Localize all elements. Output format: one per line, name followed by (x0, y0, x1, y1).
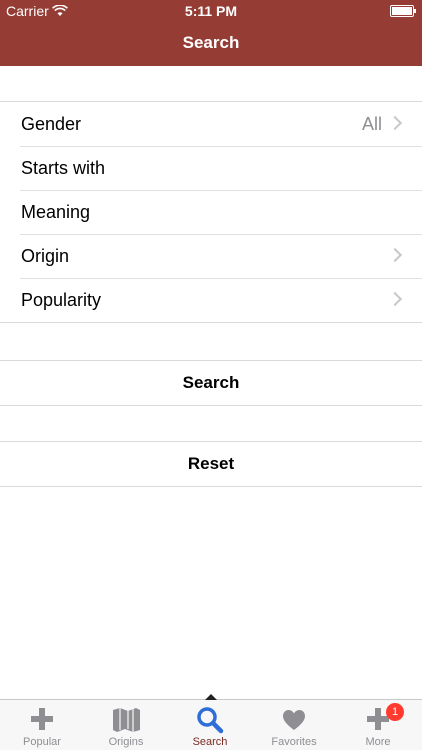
clock: 5:11 PM (184, 3, 238, 19)
tab-search[interactable]: Search (168, 700, 252, 750)
criteria-label: Popularity (21, 290, 102, 310)
map-icon (84, 705, 168, 735)
criteria-row-starts-with[interactable]: Starts with (0, 146, 422, 190)
battery-icon (390, 5, 416, 17)
plus-icon (0, 705, 84, 735)
page-title: Search (182, 33, 240, 52)
criteria-label: Origin (21, 246, 70, 266)
tab-popular[interactable]: Popular (0, 700, 84, 750)
criteria-label: Meaning (21, 202, 91, 222)
status-bar: Carrier 5:11 PM (0, 0, 422, 22)
criteria-label: Gender (21, 114, 82, 134)
tab-more[interactable]: 1 More (336, 700, 420, 750)
criteria-row-gender[interactable]: Gender All (0, 102, 422, 146)
tab-label: More (365, 736, 391, 748)
tab-bar: Popular Origins Search Favorites 1 More (0, 694, 422, 750)
tab-label: Popular (23, 736, 61, 748)
reset-button[interactable]: Reset (0, 441, 422, 487)
chevron-right-icon (387, 291, 403, 307)
search-button[interactable]: Search (0, 360, 422, 406)
search-criteria-list: Gender All Starts with Meaning Origin Po… (0, 101, 422, 323)
tab-origins[interactable]: Origins (84, 700, 168, 750)
tab-label: Favorites (271, 736, 317, 748)
tab-label: Origins (108, 736, 144, 748)
criteria-row-origin[interactable]: Origin (0, 234, 422, 278)
heart-icon (252, 705, 336, 735)
plus-icon (336, 705, 420, 735)
criteria-row-meaning[interactable]: Meaning (0, 190, 422, 234)
search-icon (168, 705, 252, 735)
notification-badge: 1 (386, 703, 404, 721)
chevron-right-icon (387, 115, 403, 131)
chevron-right-icon (387, 247, 403, 263)
criteria-row-popularity[interactable]: Popularity (0, 278, 422, 322)
criteria-label: Starts with (21, 158, 106, 178)
tab-favorites[interactable]: Favorites (252, 700, 336, 750)
navigation-bar: Carrier 5:11 PM Search (0, 0, 422, 66)
criteria-value: All (361, 114, 382, 134)
tab-label: Search (192, 736, 228, 748)
